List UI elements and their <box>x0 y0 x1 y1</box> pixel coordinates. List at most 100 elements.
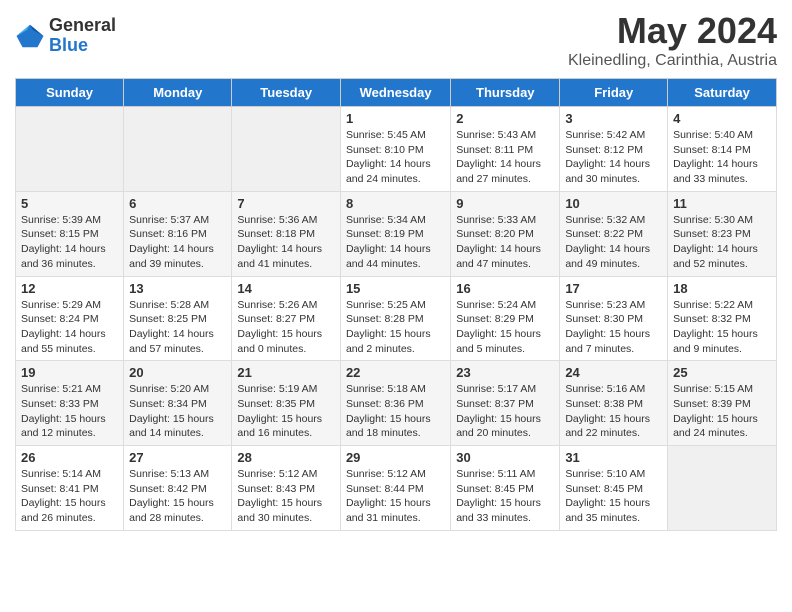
day-number: 11 <box>673 196 771 211</box>
logo-general-text: General <box>49 16 116 36</box>
day-number: 20 <box>129 365 226 380</box>
calendar-cell: 29 Sunrise: 5:12 AM Sunset: 8:44 PM Dayli… <box>340 446 450 531</box>
day-number: 29 <box>346 450 445 465</box>
weekday-header-row: SundayMondayTuesdayWednesdayThursdayFrid… <box>16 79 777 107</box>
day-info: Sunrise: 5:28 AM Sunset: 8:25 PM Dayligh… <box>129 298 226 357</box>
day-number: 7 <box>237 196 335 211</box>
calendar-cell: 21 Sunrise: 5:19 AM Sunset: 8:35 PM Dayli… <box>232 361 341 446</box>
day-info: Sunrise: 5:24 AM Sunset: 8:29 PM Dayligh… <box>456 298 554 357</box>
day-info: Sunrise: 5:29 AM Sunset: 8:24 PM Dayligh… <box>21 298 118 357</box>
calendar-cell: 24 Sunrise: 5:16 AM Sunset: 8:38 PM Dayli… <box>560 361 668 446</box>
calendar-cell: 4 Sunrise: 5:40 AM Sunset: 8:14 PM Daylig… <box>668 107 777 192</box>
calendar-cell: 27 Sunrise: 5:13 AM Sunset: 8:42 PM Dayli… <box>124 446 232 531</box>
calendar-cell: 28 Sunrise: 5:12 AM Sunset: 8:43 PM Dayli… <box>232 446 341 531</box>
day-number: 16 <box>456 281 554 296</box>
day-info: Sunrise: 5:14 AM Sunset: 8:41 PM Dayligh… <box>21 467 118 526</box>
day-number: 2 <box>456 111 554 126</box>
calendar-cell: 5 Sunrise: 5:39 AM Sunset: 8:15 PM Daylig… <box>16 191 124 276</box>
day-info: Sunrise: 5:17 AM Sunset: 8:37 PM Dayligh… <box>456 382 554 441</box>
calendar-body: 1Sunrise: 5:45 AM Sunset: 8:10 PM Daylig… <box>16 107 777 531</box>
day-info: Sunrise: 5:22 AM Sunset: 8:32 PM Dayligh… <box>673 298 771 357</box>
day-info: Sunrise: 5:11 AM Sunset: 8:45 PM Dayligh… <box>456 467 554 526</box>
calendar-cell <box>232 107 341 192</box>
day-info: Sunrise: 5:13 AM Sunset: 8:42 PM Dayligh… <box>129 467 226 526</box>
day-info: Sunrise: 5:21 AM Sunset: 8:33 PM Dayligh… <box>21 382 118 441</box>
day-number: 19 <box>21 365 118 380</box>
calendar-cell: 19 Sunrise: 5:21 AM Sunset: 8:33 PM Dayli… <box>16 361 124 446</box>
day-info: Sunrise: 5:10 AM Sunset: 8:45 PM Dayligh… <box>565 467 662 526</box>
weekday-header-monday: Monday <box>124 79 232 107</box>
calendar-week-row: 26 Sunrise: 5:14 AM Sunset: 8:41 PM Dayli… <box>16 446 777 531</box>
calendar-cell: 6 Sunrise: 5:37 AM Sunset: 8:16 PM Daylig… <box>124 191 232 276</box>
day-number: 5 <box>21 196 118 211</box>
day-info: Sunrise: 5:12 AM Sunset: 8:44 PM Dayligh… <box>346 467 445 526</box>
calendar-cell: 14 Sunrise: 5:26 AM Sunset: 8:27 PM Dayli… <box>232 276 341 361</box>
day-info: Sunrise: 5:39 AM Sunset: 8:15 PM Dayligh… <box>21 213 118 272</box>
day-number: 6 <box>129 196 226 211</box>
header: General Blue May 2024 Kleinedling, Carin… <box>15 10 777 70</box>
weekday-header-saturday: Saturday <box>668 79 777 107</box>
day-info: Sunrise: 5:36 AM Sunset: 8:18 PM Dayligh… <box>237 213 335 272</box>
logo: General Blue <box>15 16 116 56</box>
day-info: Sunrise: 5:12 AM Sunset: 8:43 PM Dayligh… <box>237 467 335 526</box>
day-info: Sunrise: 5:15 AM Sunset: 8:39 PM Dayligh… <box>673 382 771 441</box>
calendar-cell: 8Sunrise: 5:34 AM Sunset: 8:19 PM Daylig… <box>340 191 450 276</box>
day-number: 14 <box>237 281 335 296</box>
weekday-header-thursday: Thursday <box>451 79 560 107</box>
day-info: Sunrise: 5:32 AM Sunset: 8:22 PM Dayligh… <box>565 213 662 272</box>
day-number: 21 <box>237 365 335 380</box>
day-info: Sunrise: 5:34 AM Sunset: 8:19 PM Dayligh… <box>346 213 445 272</box>
calendar-cell: 30 Sunrise: 5:11 AM Sunset: 8:45 PM Dayli… <box>451 446 560 531</box>
main-title: May 2024 <box>568 10 777 52</box>
day-number: 3 <box>565 111 662 126</box>
calendar-cell: 10 Sunrise: 5:32 AM Sunset: 8:22 PM Dayli… <box>560 191 668 276</box>
logo-icon <box>15 21 45 51</box>
day-info: Sunrise: 5:19 AM Sunset: 8:35 PM Dayligh… <box>237 382 335 441</box>
calendar-week-row: 12Sunrise: 5:29 AM Sunset: 8:24 PM Dayli… <box>16 276 777 361</box>
day-number: 28 <box>237 450 335 465</box>
calendar-cell: 15Sunrise: 5:25 AM Sunset: 8:28 PM Dayli… <box>340 276 450 361</box>
day-number: 18 <box>673 281 771 296</box>
day-info: Sunrise: 5:43 AM Sunset: 8:11 PM Dayligh… <box>456 128 554 187</box>
day-info: Sunrise: 5:33 AM Sunset: 8:20 PM Dayligh… <box>456 213 554 272</box>
calendar-cell: 17 Sunrise: 5:23 AM Sunset: 8:30 PM Dayli… <box>560 276 668 361</box>
calendar-cell: 11 Sunrise: 5:30 AM Sunset: 8:23 PM Dayli… <box>668 191 777 276</box>
day-info: Sunrise: 5:26 AM Sunset: 8:27 PM Dayligh… <box>237 298 335 357</box>
day-number: 17 <box>565 281 662 296</box>
sub-title: Kleinedling, Carinthia, Austria <box>568 52 777 70</box>
day-info: Sunrise: 5:23 AM Sunset: 8:30 PM Dayligh… <box>565 298 662 357</box>
weekday-header-wednesday: Wednesday <box>340 79 450 107</box>
day-info: Sunrise: 5:45 AM Sunset: 8:10 PM Dayligh… <box>346 128 445 187</box>
day-info: Sunrise: 5:16 AM Sunset: 8:38 PM Dayligh… <box>565 382 662 441</box>
day-number: 26 <box>21 450 118 465</box>
day-number: 25 <box>673 365 771 380</box>
day-number: 13 <box>129 281 226 296</box>
calendar-cell: 26 Sunrise: 5:14 AM Sunset: 8:41 PM Dayli… <box>16 446 124 531</box>
calendar-week-row: 5 Sunrise: 5:39 AM Sunset: 8:15 PM Daylig… <box>16 191 777 276</box>
day-info: Sunrise: 5:37 AM Sunset: 8:16 PM Dayligh… <box>129 213 226 272</box>
calendar-cell: 3 Sunrise: 5:42 AM Sunset: 8:12 PM Daylig… <box>560 107 668 192</box>
calendar-cell: 1Sunrise: 5:45 AM Sunset: 8:10 PM Daylig… <box>340 107 450 192</box>
calendar-cell: 12Sunrise: 5:29 AM Sunset: 8:24 PM Dayli… <box>16 276 124 361</box>
day-number: 27 <box>129 450 226 465</box>
day-info: Sunrise: 5:42 AM Sunset: 8:12 PM Dayligh… <box>565 128 662 187</box>
day-number: 24 <box>565 365 662 380</box>
logo-text: General Blue <box>49 16 116 56</box>
day-number: 10 <box>565 196 662 211</box>
calendar-cell: 25 Sunrise: 5:15 AM Sunset: 8:39 PM Dayli… <box>668 361 777 446</box>
calendar-cell <box>668 446 777 531</box>
calendar-cell: 23Sunrise: 5:17 AM Sunset: 8:37 PM Dayli… <box>451 361 560 446</box>
calendar-cell: 20Sunrise: 5:20 AM Sunset: 8:34 PM Dayli… <box>124 361 232 446</box>
calendar-cell: 16 Sunrise: 5:24 AM Sunset: 8:29 PM Dayli… <box>451 276 560 361</box>
day-info: Sunrise: 5:30 AM Sunset: 8:23 PM Dayligh… <box>673 213 771 272</box>
day-number: 30 <box>456 450 554 465</box>
logo-blue-text: Blue <box>49 36 116 56</box>
calendar-cell: 2 Sunrise: 5:43 AM Sunset: 8:11 PM Daylig… <box>451 107 560 192</box>
day-number: 4 <box>673 111 771 126</box>
day-number: 9 <box>456 196 554 211</box>
title-area: May 2024 Kleinedling, Carinthia, Austria <box>568 10 777 70</box>
day-info: Sunrise: 5:25 AM Sunset: 8:28 PM Dayligh… <box>346 298 445 357</box>
day-number: 22 <box>346 365 445 380</box>
calendar-table: SundayMondayTuesdayWednesdayThursdayFrid… <box>15 78 777 531</box>
day-info: Sunrise: 5:40 AM Sunset: 8:14 PM Dayligh… <box>673 128 771 187</box>
